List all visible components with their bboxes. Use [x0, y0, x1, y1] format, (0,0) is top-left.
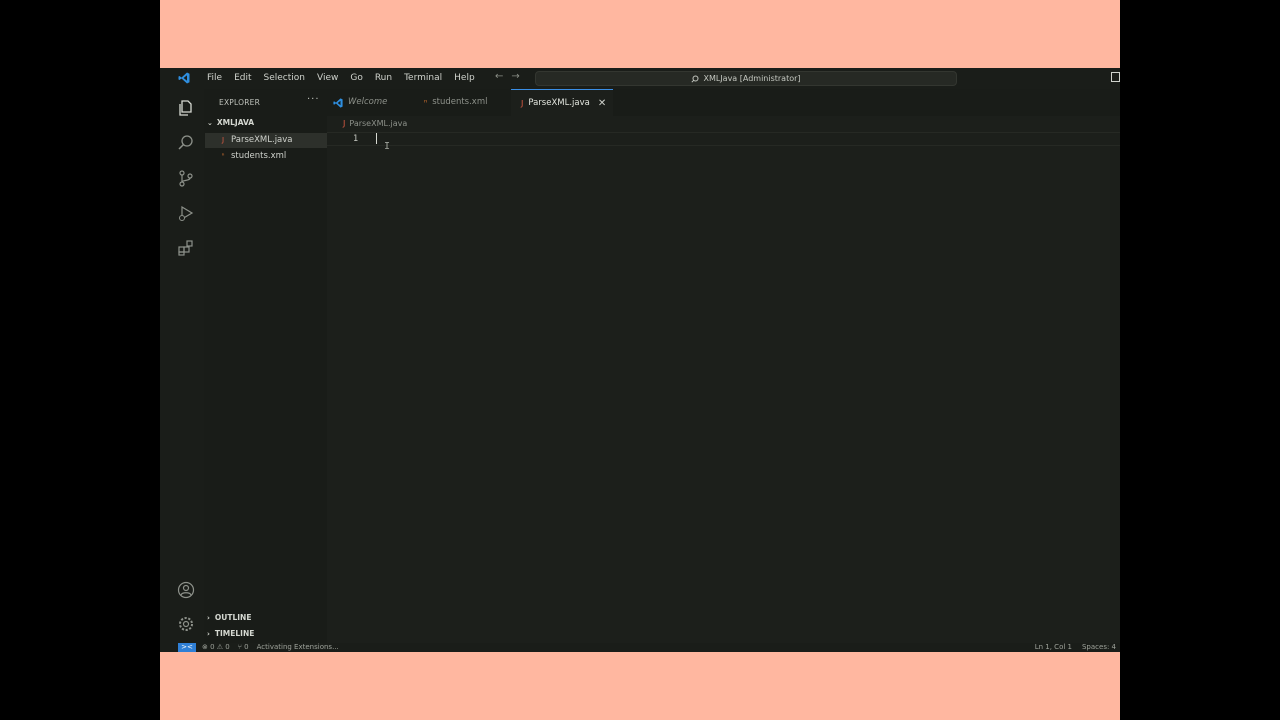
- vscode-icon: [333, 97, 343, 108]
- remote-indicator-button[interactable]: ><: [178, 643, 196, 652]
- menu-file[interactable]: File: [201, 68, 228, 89]
- sidebar-title: EXPLORER: [219, 98, 260, 107]
- ports-indicator[interactable]: ⑂ 0: [238, 643, 249, 652]
- command-center[interactable]: XMLJava [Administrator]: [535, 71, 957, 86]
- file-item-parsexml[interactable]: J ParseXML.java: [205, 133, 327, 148]
- java-icon: J: [221, 136, 225, 144]
- problems-indicator[interactable]: ⊗ 0 ⚠ 0: [202, 643, 230, 652]
- forward-arrow-icon[interactable]: →: [511, 71, 519, 82]
- search-icon: [691, 75, 699, 83]
- timeline-section-header[interactable]: › TIMELINE: [207, 629, 254, 638]
- ibeam-cursor-icon: I: [384, 141, 391, 152]
- editor-tabs: Welcome ⁿ students.xml J ParseXML.java ✕: [327, 89, 1120, 116]
- nav-arrows: ← →: [495, 71, 520, 82]
- explorer-sidebar: EXPLORER ··· ⌄ XMLJAVA J ParseXML.java ⁿ st…: [204, 89, 327, 649]
- explorer-icon[interactable]: [177, 99, 195, 117]
- extensions-icon[interactable]: [177, 239, 195, 257]
- current-line-highlight: [327, 132, 1120, 146]
- java-icon: J: [521, 98, 524, 108]
- vscode-logo-icon: [178, 72, 190, 84]
- sidebar-more-actions-button[interactable]: ···: [307, 94, 320, 105]
- chevron-right-icon: ›: [207, 614, 210, 622]
- timeline-label: TIMELINE: [214, 629, 255, 638]
- tab-label: ParseXML.java: [528, 97, 590, 108]
- source-control-icon[interactable]: [177, 169, 195, 187]
- outline-section-header[interactable]: › OUTLINE: [207, 613, 251, 622]
- editor-area[interactable]: 1 I: [327, 116, 1120, 649]
- title-bar: File Edit Selection View Go Run Terminal…: [160, 68, 1120, 89]
- tab-parsexml-java[interactable]: J ParseXML.java ✕: [511, 89, 613, 116]
- breadcrumb[interactable]: J ParseXML.java: [343, 119, 407, 128]
- file-name: ParseXML.java: [231, 135, 293, 145]
- menu-view[interactable]: View: [311, 68, 344, 89]
- tab-students-xml[interactable]: ⁿ students.xml: [420, 89, 510, 116]
- activity-bar: [160, 89, 204, 649]
- menu-go[interactable]: Go: [344, 68, 368, 89]
- menu-bar: File Edit Selection View Go Run Terminal…: [201, 68, 481, 89]
- toggle-sidebar-icon[interactable]: [1111, 72, 1120, 82]
- project-folder-header[interactable]: ⌄ XMLJAVA: [207, 118, 254, 127]
- window-title: XMLJava [Administrator]: [703, 74, 801, 83]
- tab-welcome[interactable]: Welcome: [333, 89, 418, 116]
- tab-label: students.xml: [432, 97, 488, 107]
- cursor-position[interactable]: Ln 1, Col 1: [1035, 643, 1072, 652]
- run-debug-icon[interactable]: [177, 204, 195, 222]
- project-folder-name: XMLJAVA: [216, 118, 255, 127]
- breadcrumb-file: ParseXML.java: [349, 119, 408, 128]
- file-name: students.xml: [231, 151, 287, 161]
- menu-selection[interactable]: Selection: [258, 68, 311, 89]
- activity-status: Activating Extensions...: [256, 643, 339, 651]
- java-icon: J: [343, 119, 346, 128]
- close-icon[interactable]: ✕: [598, 89, 606, 118]
- search-sidebar-icon[interactable]: [177, 134, 195, 152]
- vscode-window: File Edit Selection View Go Run Terminal…: [160, 68, 1120, 652]
- chevron-right-icon: ›: [207, 630, 210, 638]
- menu-terminal[interactable]: Terminal: [398, 68, 448, 89]
- status-bar: >< ⊗ 0 ⚠ 0 ⑂ 0 Activating Extensions... …: [160, 643, 1120, 652]
- status-left: ⊗ 0 ⚠ 0 ⑂ 0 Activating Extensions...: [202, 643, 339, 652]
- status-right: Ln 1, Col 1 Spaces: 4: [1035, 643, 1116, 652]
- line-number: 1: [353, 134, 359, 144]
- outline-label: OUTLINE: [214, 613, 252, 622]
- xml-icon: ⁿ: [221, 152, 225, 160]
- tab-label: Welcome: [348, 97, 388, 107]
- menu-edit[interactable]: Edit: [228, 68, 257, 89]
- menu-run[interactable]: Run: [369, 68, 398, 89]
- back-arrow-icon[interactable]: ←: [495, 71, 503, 82]
- chevron-down-icon: ⌄: [207, 119, 213, 127]
- file-item-students-xml[interactable]: ⁿ students.xml: [205, 149, 327, 164]
- accounts-icon[interactable]: [177, 581, 195, 599]
- xml-icon: ⁿ: [424, 98, 428, 107]
- settings-gear-icon[interactable]: [177, 615, 195, 633]
- menu-help[interactable]: Help: [448, 68, 481, 89]
- indentation-setting[interactable]: Spaces: 4: [1082, 643, 1116, 652]
- text-caret: [376, 133, 377, 144]
